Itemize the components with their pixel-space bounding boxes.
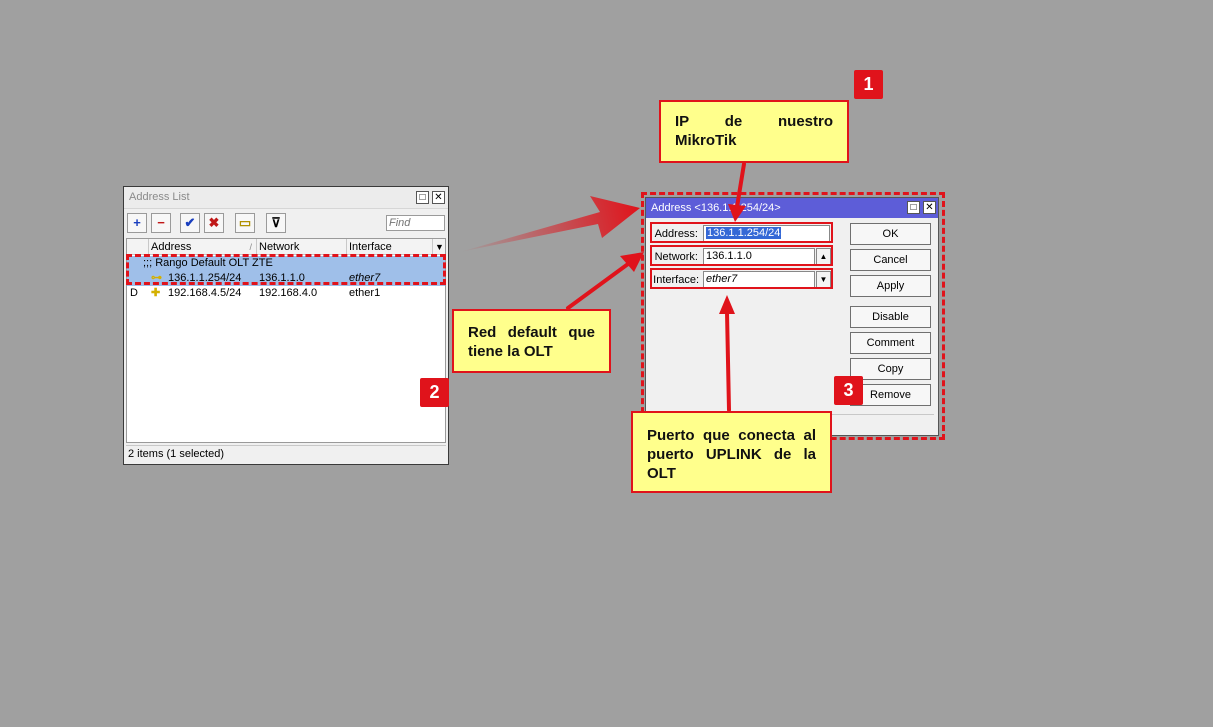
status-text: 2 items (1 selected) [128,448,224,460]
address-icon: ✚ [151,287,161,299]
filter-button[interactable]: ⊽ [266,213,286,233]
address-column-label: Address [151,241,192,253]
address-column-header[interactable]: Address / [149,239,257,255]
remove-button[interactable]: − [151,213,171,233]
maximize-icon[interactable]: □ [416,191,429,204]
add-button[interactable]: + [127,213,147,233]
badge-3: 3 [834,376,863,405]
callout-puerto-uplink: Puerto que conecta al puerto UPLINK de l… [631,411,832,493]
flag-column-header[interactable] [127,239,149,255]
network-column-label: Network [259,241,300,253]
callout-ip-mikrotik: IP de nuestro MikroTik [659,100,849,163]
status-bar: 2 items (1 selected) [126,445,446,462]
callout-red-default: Red default que tiene la OLT [452,309,611,373]
arrow-2-line [566,262,630,310]
interface-column-label: Interface [349,241,392,253]
row-network: 192.168.4.0 [259,287,318,299]
big-arrow-icon [460,196,640,252]
highlight-network-field [650,245,833,266]
badge-1: 1 [854,70,883,99]
interface-column-header[interactable]: Interface [347,239,433,255]
column-menu-icon[interactable]: ▼ [433,239,445,255]
highlight-address-field [650,222,833,243]
close-icon[interactable]: ✕ [432,191,445,204]
callout-ip-text: IP de nuestro MikroTik [675,113,833,149]
highlight-interface-field [650,268,833,289]
comment-button[interactable]: ▭ [235,213,255,233]
row-flag: D [130,287,138,299]
row-address: 192.168.4.5/24 [168,287,242,299]
disable-button[interactable]: ✖ [204,213,224,233]
enable-button[interactable]: ✔ [180,213,200,233]
address-list-window: Address List □ ✕ + − ✔ ✖ ▭ ⊽ Address / N… [123,186,449,465]
find-input[interactable] [386,215,445,231]
badge-2: 2 [420,378,449,407]
sort-icon: / [249,242,252,252]
callout-puerto-text: Puerto que conecta al puerto UPLINK de l… [647,427,816,482]
callout-red-text: Red default que tiene la OLT [468,324,595,360]
table-row[interactable]: D ✚ 192.168.4.5/24 192.168.4.0 ether1 [127,286,445,301]
address-list-title: Address List [129,191,190,203]
highlight-selected-rows [126,254,446,285]
network-column-header[interactable]: Network [257,239,347,255]
row-interface: ether1 [349,287,381,299]
address-list-titlebar[interactable]: Address List [124,187,448,209]
